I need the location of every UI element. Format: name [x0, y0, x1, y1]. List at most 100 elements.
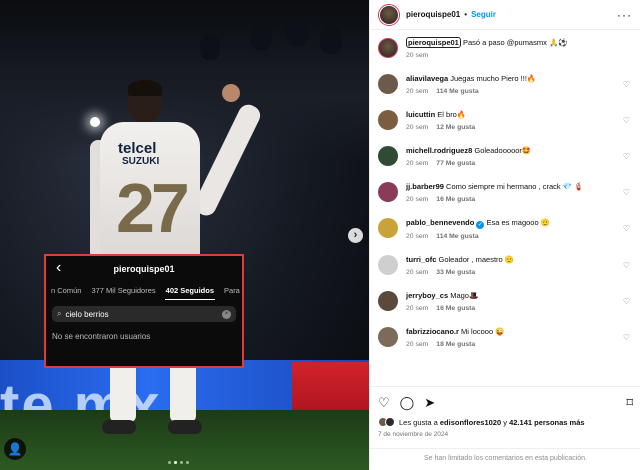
- chevron-left-icon: ‹: [56, 259, 62, 276]
- heart-icon[interactable]: ♡: [623, 224, 630, 233]
- comment-text: Mago🎩: [450, 291, 479, 300]
- comment-time: 20 sem: [406, 196, 429, 203]
- comment-icon[interactable]: ◯: [400, 395, 415, 411]
- clear-icon: ×: [222, 309, 231, 319]
- carousel-dot-active: [174, 461, 177, 464]
- comment-row: turri_ofc Goleador , maestro 🫡 20 sem 33 M…: [378, 255, 632, 278]
- carousel-dot: [186, 461, 189, 464]
- post-actions: ♡ ◯ ➤ ⌑ Les gusta a edisonflores1020 y 4…: [370, 386, 640, 438]
- heart-icon[interactable]: ♡: [623, 333, 630, 342]
- heart-icon[interactable]: ♡: [623, 116, 630, 125]
- likes-user[interactable]: edisonflores1020: [440, 418, 501, 427]
- avatar[interactable]: [378, 3, 400, 26]
- comment-likes[interactable]: 16 Me gusta: [436, 196, 475, 203]
- comment-text: Esa es magooo 🫡: [486, 218, 551, 227]
- comment-row: jerryboy_cs Mago🎩 20 sem 16 Me gusta ♡: [378, 291, 632, 314]
- separator: •: [464, 10, 468, 19]
- avatar[interactable]: [378, 182, 398, 202]
- likes-summary: Les gusta a edisonflores1020 y 42.141 pe…: [378, 417, 633, 427]
- avatar[interactable]: [378, 255, 398, 275]
- dialog-title: pieroquispe01: [113, 264, 175, 274]
- post-header: pieroquispe01 • Seguir ···: [370, 0, 640, 30]
- comment-row: jj.barber99 Como siempre mi hermano , cr…: [378, 182, 632, 205]
- tagged-user-icon[interactable]: 👤: [4, 438, 26, 460]
- comment-likes[interactable]: 33 Me gusta: [436, 269, 475, 276]
- heart-icon[interactable]: ♡: [623, 297, 630, 306]
- caption-time: 20 sem: [406, 52, 429, 59]
- likes-count[interactable]: 42.141 personas más: [509, 418, 584, 427]
- avatar[interactable]: [378, 74, 398, 94]
- comment-username[interactable]: pablo_bennevendo: [406, 218, 474, 227]
- bookmark-icon[interactable]: ⌑: [626, 395, 633, 411]
- comment-row: luicuttin El bro🔥 20 sem 12 Me gusta ♡: [378, 110, 632, 133]
- comment-text: Goleador , maestro 🫡: [438, 255, 515, 264]
- comment-username[interactable]: michell.rodriguez8: [406, 146, 472, 155]
- tab-followers: 377 Mil Seguidores: [91, 286, 156, 295]
- carousel-dot: [168, 461, 171, 464]
- heart-icon[interactable]: ♡: [623, 152, 630, 161]
- share-icon[interactable]: ➤: [424, 395, 435, 411]
- tab-following: 402 Seguidos: [161, 282, 219, 300]
- heart-icon[interactable]: ♡: [623, 80, 630, 89]
- dialog-tabs: n Común 377 Mil Seguidores 402 Seguidos …: [46, 282, 242, 300]
- comment-row: michell.rodriguez8 Goleadooooor🤩 20 sem 77…: [378, 146, 632, 169]
- comment-time: 20 sem: [406, 269, 429, 276]
- dialog-search: ⌕ cielo berrios ×: [52, 306, 236, 322]
- heart-icon[interactable]: ♡: [623, 188, 630, 197]
- caption-username[interactable]: pieroquispe01: [406, 37, 461, 48]
- comments-list: pieroquispe01 Pasó a paso @pumasmx 🙏⚽ 20…: [370, 30, 640, 350]
- avatar[interactable]: [378, 38, 398, 58]
- comment-username[interactable]: turri_ofc: [406, 255, 436, 264]
- comment-time: 20 sem: [406, 88, 429, 95]
- empty-message: No se encontraron usuarios: [52, 332, 151, 341]
- avatar[interactable]: [378, 327, 398, 347]
- comment-time: 20 sem: [406, 233, 429, 240]
- caption-text: Pasó a paso @pumasmx 🙏⚽: [462, 38, 568, 47]
- likes-mid: y: [503, 417, 507, 427]
- comment-likes[interactable]: 12 Me gusta: [436, 124, 475, 131]
- tab-for-you: Para ti: [224, 286, 242, 295]
- post-date: 7 de noviembre de 2024: [378, 431, 449, 438]
- comment-text: Mi locooo 😜: [461, 327, 505, 336]
- comment-likes[interactable]: 16 Me gusta: [436, 305, 475, 312]
- comment-text: Como siempre mi hermano , crack 💎 🧯: [446, 182, 584, 191]
- comment-likes[interactable]: 114 Me gusta: [436, 88, 478, 95]
- comment-row: aliavilavega Juegas mucho Piero !!!🔥 20 s…: [378, 74, 632, 97]
- likes-prefix: Les gusta a: [399, 417, 438, 427]
- comment-username[interactable]: jj.barber99: [406, 182, 444, 191]
- follow-button[interactable]: Seguir: [471, 10, 496, 19]
- comment-likes[interactable]: 18 Me gusta: [436, 341, 475, 348]
- instagram-post-view: te.mx telcel SUZUKI 27 ‹ pieroquispe01 n…: [0, 0, 640, 470]
- comments-limited-notice: Se han limitado los comentarios en esta …: [370, 448, 640, 462]
- comment-username[interactable]: fabrizziocano.r: [406, 327, 459, 336]
- caption-row: pieroquispe01 Pasó a paso @pumasmx 🙏⚽ 20…: [378, 37, 632, 61]
- tab-common: n Común: [51, 286, 82, 295]
- search-value: cielo berrios: [65, 309, 109, 319]
- comment-row: fabrizziocano.r Mi locooo 😜 20 sem 18 Me g…: [378, 327, 632, 350]
- comment-text: Juegas mucho Piero !!!🔥: [450, 74, 537, 83]
- heart-icon[interactable]: ♡: [623, 261, 630, 270]
- comment-username[interactable]: jerryboy_cs: [406, 291, 448, 300]
- ellipsis-icon[interactable]: ···: [617, 8, 632, 22]
- comment-likes[interactable]: 77 Me gusta: [436, 160, 475, 167]
- author-username[interactable]: pieroquispe01: [406, 10, 460, 19]
- comment-time: 20 sem: [406, 124, 429, 131]
- avatar[interactable]: [378, 110, 398, 130]
- comment-username[interactable]: aliavilavega: [406, 74, 448, 83]
- search-icon: ⌕: [57, 309, 62, 318]
- avatar[interactable]: [378, 291, 398, 311]
- avatar[interactable]: [378, 218, 398, 238]
- next-image-button[interactable]: ›: [348, 228, 363, 243]
- comment-time: 20 sem: [406, 305, 429, 312]
- comment-text: El bro🔥: [437, 110, 467, 119]
- comment-username[interactable]: luicuttin: [406, 110, 435, 119]
- comment-text: Goleadooooor🤩: [474, 146, 532, 155]
- verified-badge-icon: ✓: [476, 221, 485, 229]
- heart-icon[interactable]: ♡: [378, 395, 390, 411]
- following-dialog-screenshot: ‹ pieroquispe01 n Común 377 Mil Seguidor…: [44, 254, 244, 368]
- post-side-panel: pieroquispe01 • Seguir ··· pieroquispe01…: [369, 0, 640, 470]
- comment-time: 20 sem: [406, 160, 429, 167]
- comment-likes[interactable]: 114 Me gusta: [436, 233, 478, 240]
- avatar[interactable]: [378, 146, 398, 166]
- dialog-header: ‹ pieroquispe01: [46, 256, 242, 282]
